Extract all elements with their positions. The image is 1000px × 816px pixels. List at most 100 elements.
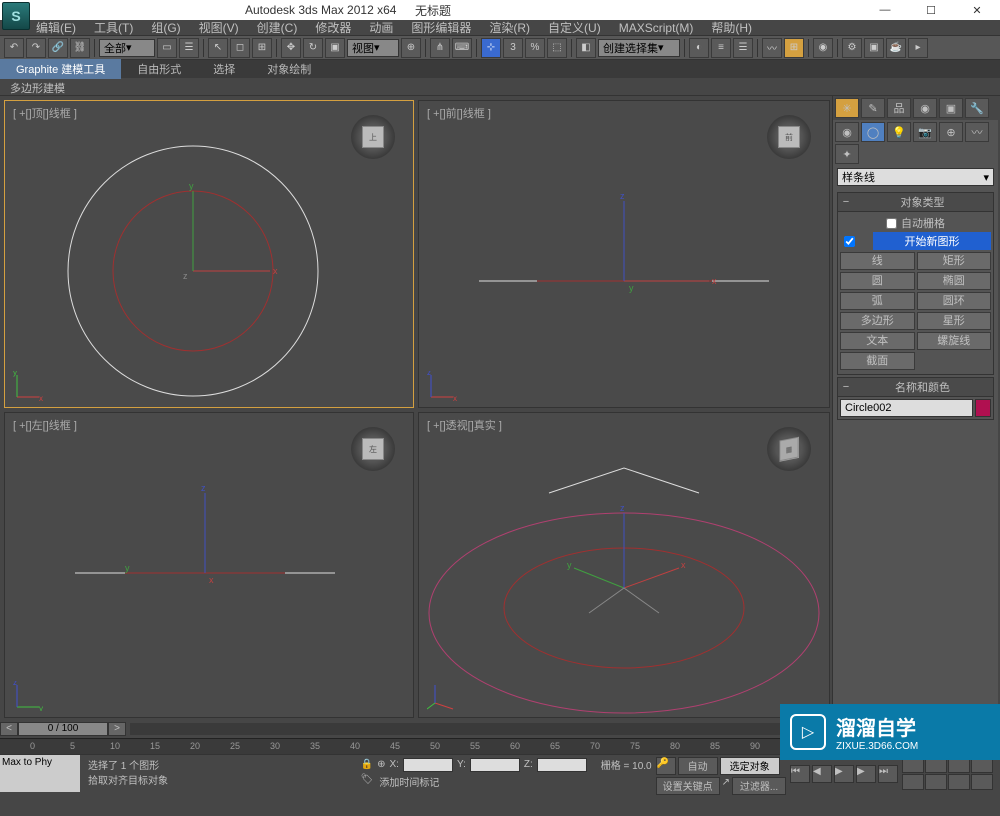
viewport-top[interactable]: [ +[]顶[]线框 ] x y z 上 yx <box>4 100 414 408</box>
render-setup-icon[interactable]: ⚙ <box>842 38 862 58</box>
coord-z-input[interactable] <box>537 758 587 772</box>
goto-start-icon[interactable]: ⏮ <box>790 765 810 783</box>
viewcube-left[interactable]: 左 <box>351 427 395 471</box>
render-prod-icon[interactable]: ▸ <box>908 38 928 58</box>
circle-button[interactable]: 圆 <box>840 272 915 290</box>
goto-end-icon[interactable]: ⏭ <box>878 765 898 783</box>
viewcube-front[interactable]: 前 <box>767 115 811 159</box>
auto-key-button[interactable]: 自动 <box>678 757 718 775</box>
time-pos[interactable]: 0 / 100 <box>18 722 108 736</box>
line-button[interactable]: 线 <box>840 252 915 270</box>
time-next-icon[interactable]: > <box>108 722 126 736</box>
spinner-snap-icon[interactable]: ⬚ <box>547 38 567 58</box>
render-icon[interactable]: ☕ <box>886 38 906 58</box>
tab-graphite[interactable]: Graphite 建模工具 <box>0 59 121 79</box>
menu-maxscript[interactable]: MAXScript(M) <box>619 21 694 35</box>
keyboard-icon[interactable]: ⌨ <box>452 38 472 58</box>
named-sel-icon[interactable]: ◧ <box>576 38 596 58</box>
menu-help[interactable]: 帮助(H) <box>711 19 752 36</box>
selection-filter-dropdown[interactable]: 全部▾ <box>99 39 155 57</box>
menu-rendering[interactable]: 渲染(R) <box>489 19 530 36</box>
selected-object-dropdown[interactable]: 选定对象 <box>720 757 780 775</box>
key-filters-button[interactable]: 过滤器... <box>732 777 786 795</box>
star-button[interactable]: 星形 <box>917 312 992 330</box>
menu-customize[interactable]: 自定义(U) <box>548 19 601 36</box>
menu-graph-editors[interactable]: 图形编辑器 <box>411 19 471 36</box>
close-button[interactable]: ✕ <box>954 0 1000 20</box>
menu-views[interactable]: 视图(V) <box>199 19 239 36</box>
snap-toggle-icon[interactable]: ⊹ <box>481 38 501 58</box>
maximize-button[interactable]: ☐ <box>908 0 954 20</box>
time-prev-icon[interactable]: < <box>0 722 18 736</box>
modify-tab-icon[interactable]: ✎ <box>861 98 885 118</box>
rectangle-button[interactable]: 矩形 <box>917 252 992 270</box>
tab-object-paint[interactable]: 对象绘制 <box>251 59 327 79</box>
helpers-cat-icon[interactable]: ⊕ <box>939 122 963 142</box>
menu-create[interactable]: 创建(C) <box>257 19 298 36</box>
ngon-button[interactable]: 多边形 <box>840 312 915 330</box>
space-warps-cat-icon[interactable]: 〰 <box>965 122 989 142</box>
cameras-cat-icon[interactable]: 📷 <box>913 122 937 142</box>
helix-button[interactable]: 螺旋线 <box>917 332 992 350</box>
percent-snap-icon[interactable]: % <box>525 38 545 58</box>
unlink-icon[interactable]: ⛓ <box>70 38 90 58</box>
curve-editor-icon[interactable]: 〰 <box>762 38 782 58</box>
prev-frame-icon[interactable]: ◀ <box>812 765 832 783</box>
donut-button[interactable]: 圆环 <box>917 292 992 310</box>
scale-icon[interactable]: ▣ <box>325 38 345 58</box>
add-time-tag[interactable]: 添加时间标记 <box>379 774 439 789</box>
key-mode-icon[interactable]: 🔑 <box>656 757 676 775</box>
ribbon-subtab[interactable]: 多边形建模 <box>0 78 1000 96</box>
display-tab-icon[interactable]: ▣ <box>939 98 963 118</box>
ref-coord-dropdown[interactable]: 视图▾ <box>347 39 399 57</box>
menu-tools[interactable]: 工具(T) <box>94 19 133 36</box>
menu-animation[interactable]: 动画 <box>369 19 393 36</box>
render-frame-icon[interactable]: ▣ <box>864 38 884 58</box>
play-icon[interactable]: ▶ <box>834 765 854 783</box>
next-frame-icon[interactable]: ▶ <box>856 765 876 783</box>
autogrid-checkbox[interactable] <box>886 218 897 229</box>
fov-icon[interactable] <box>971 774 993 790</box>
layers-icon[interactable]: ☰ <box>733 38 753 58</box>
systems-cat-icon[interactable]: ✦ <box>835 144 859 164</box>
create-tab-icon[interactable]: ✳ <box>835 98 859 118</box>
app-logo-icon[interactable]: S <box>2 2 30 30</box>
angle-snap-icon[interactable]: 3 <box>503 38 523 58</box>
viewport-perspective[interactable]: [ +[]透视[]真实 ] x y z ▦ <box>418 412 830 718</box>
coord-y-input[interactable] <box>470 758 520 772</box>
arc-button[interactable]: 弧 <box>840 292 915 310</box>
start-new-shape-button[interactable]: 开始新图形 <box>873 232 991 250</box>
time-tag-icon[interactable]: 🏷 <box>361 774 374 789</box>
window-crossing-icon[interactable]: ⊞ <box>252 38 272 58</box>
lock-icon[interactable]: 🔒 <box>361 759 373 770</box>
tab-freeform[interactable]: 自由形式 <box>121 59 197 79</box>
motion-tab-icon[interactable]: ◉ <box>913 98 937 118</box>
viewcube-top[interactable]: 上 <box>351 115 395 159</box>
select-icon[interactable]: ▭ <box>157 38 177 58</box>
viewport-left[interactable]: [ +[]左[]线框 ] y z x 左 zy <box>4 412 414 718</box>
menu-group[interactable]: 组(G) <box>151 19 180 36</box>
viewport-front[interactable]: [ +[]前[]线框 ] x z y 前 zx <box>418 100 830 408</box>
object-type-rollout[interactable]: −对象类型 <box>837 192 994 212</box>
named-selection-dropdown[interactable]: 创建选择集▾ <box>598 39 680 57</box>
name-color-rollout[interactable]: −名称和颜色 <box>837 377 994 397</box>
menu-edit[interactable]: 编辑(E) <box>36 19 76 36</box>
redo-icon[interactable]: ↷ <box>26 38 46 58</box>
menu-modifiers[interactable]: 修改器 <box>315 19 351 36</box>
coord-x-input[interactable] <box>403 758 453 772</box>
minimize-button[interactable]: — <box>862 0 908 20</box>
select-rect-icon[interactable]: ◻ <box>230 38 250 58</box>
tab-selection[interactable]: 选择 <box>197 59 251 79</box>
ellipse-button[interactable]: 椭圆 <box>917 272 992 290</box>
material-editor-icon[interactable]: ◉ <box>813 38 833 58</box>
select-object-icon[interactable]: ↖ <box>208 38 228 58</box>
lights-cat-icon[interactable]: 💡 <box>887 122 911 142</box>
subcategory-dropdown[interactable]: 样条线▾ <box>837 168 994 186</box>
object-name-input[interactable] <box>840 399 973 417</box>
move-icon[interactable]: ✥ <box>281 38 301 58</box>
viewcube-persp[interactable]: ▦ <box>767 427 811 471</box>
text-button[interactable]: 文本 <box>840 332 915 350</box>
align-icon[interactable]: ≡ <box>711 38 731 58</box>
start-new-checkbox[interactable] <box>844 236 855 247</box>
utilities-tab-icon[interactable]: 🔧 <box>965 98 989 118</box>
